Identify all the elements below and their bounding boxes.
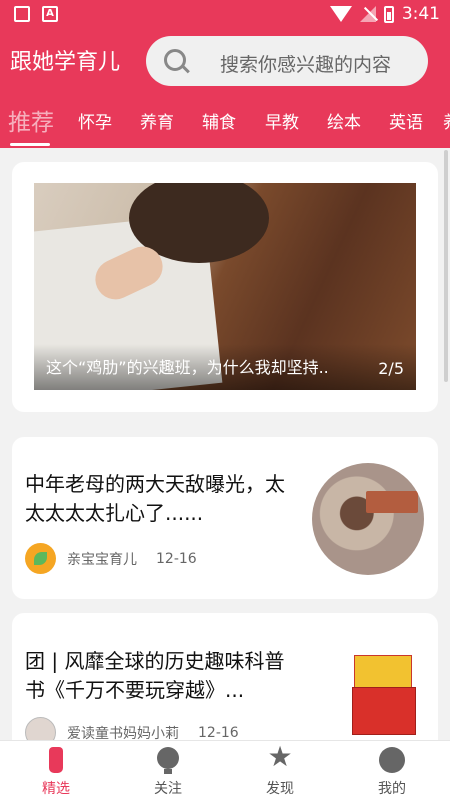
article-title: 中年老母的两大天敌曝光，太太太太太扎心了...... bbox=[25, 472, 285, 525]
article-card[interactable]: 团 | 风靡全球的历史趣味科普书《千万不要玩穿越》... 爱读童书妈妈小莉 12… bbox=[12, 613, 438, 753]
tab-baby-food[interactable]: 辅食 bbox=[202, 108, 236, 133]
app-title: 跟她学育儿 bbox=[10, 50, 121, 75]
author-name: 亲宝宝育儿 bbox=[67, 551, 137, 568]
active-tab-indicator bbox=[10, 143, 50, 146]
nav-following[interactable]: 关注 bbox=[112, 741, 224, 801]
article-thumbnail bbox=[350, 651, 416, 735]
status-bar: A 3:41 bbox=[0, 0, 450, 30]
tab-picture-books[interactable]: 绘本 bbox=[327, 108, 361, 133]
banner-card: 这个“鸡肋”的兴趣班，为什么我却坚持.. 2/5 bbox=[12, 162, 438, 412]
clock: 3:41 bbox=[401, 4, 440, 24]
image-notification-icon bbox=[14, 6, 30, 22]
article-card[interactable]: 中年老母的两大天敌曝光，太太太太太扎心了...... 亲宝宝育儿 12-16 bbox=[12, 437, 438, 599]
tab-pregnancy[interactable]: 怀孕 bbox=[78, 108, 112, 133]
notification-icons: A bbox=[14, 6, 58, 22]
tab-english[interactable]: 英语 bbox=[389, 108, 423, 133]
banner-page-counter: 2/5 bbox=[378, 359, 404, 378]
banner-carousel[interactable]: 这个“鸡肋”的兴趣班，为什么我却坚持.. 2/5 bbox=[34, 183, 416, 390]
lightbulb-icon bbox=[157, 747, 179, 774]
search-placeholder: 搜索你感兴趣的内容 bbox=[220, 54, 392, 76]
tab-parenting[interactable]: 养育 bbox=[140, 108, 174, 133]
nav-label: 关注 bbox=[154, 781, 182, 797]
search-bar[interactable]: 搜索你感兴趣的内容 bbox=[146, 36, 428, 86]
face-icon bbox=[379, 747, 405, 773]
author-avatar bbox=[25, 543, 56, 574]
app-header: 跟她学育儿 搜索你感兴趣的内容 bbox=[0, 30, 450, 90]
banner-caption: 这个“鸡肋”的兴趣班，为什么我却坚持.. bbox=[46, 358, 329, 377]
app-notification-icon: A bbox=[42, 6, 58, 22]
tab-early-education[interactable]: 早教 bbox=[265, 108, 299, 133]
article-date: 12-16 bbox=[156, 550, 197, 567]
system-status: 3:41 bbox=[329, 4, 440, 24]
article-meta: 亲宝宝育儿 12-16 bbox=[25, 543, 197, 574]
tab-recommend[interactable]: 推荐 bbox=[8, 103, 54, 137]
nav-label: 精选 bbox=[42, 781, 70, 797]
article-thumbnail bbox=[312, 463, 424, 575]
star-icon: ★ bbox=[267, 740, 293, 773]
article-title: 团 | 风靡全球的历史趣味科普书《千万不要玩穿越》... bbox=[25, 649, 285, 702]
nav-label: 发现 bbox=[266, 781, 294, 797]
bottle-icon bbox=[49, 747, 63, 773]
bottom-navigation: 精选 关注 ★ 发现 我的 bbox=[0, 740, 450, 801]
nav-profile[interactable]: 我的 bbox=[336, 741, 448, 801]
nav-label: 我的 bbox=[378, 781, 406, 797]
search-icon bbox=[164, 49, 186, 71]
nav-discover[interactable]: ★ 发现 bbox=[224, 741, 336, 801]
tab-partial[interactable]: 养 bbox=[443, 108, 450, 133]
signal-icon bbox=[359, 6, 376, 22]
battery-icon bbox=[383, 5, 394, 23]
article-date: 12-16 bbox=[198, 724, 239, 741]
wifi-icon bbox=[329, 6, 352, 22]
scrollbar[interactable] bbox=[444, 150, 448, 382]
category-tabs: 推荐 怀孕 养育 辅食 早教 绘本 英语 养 bbox=[0, 90, 450, 148]
nav-featured[interactable]: 精选 bbox=[0, 741, 112, 801]
